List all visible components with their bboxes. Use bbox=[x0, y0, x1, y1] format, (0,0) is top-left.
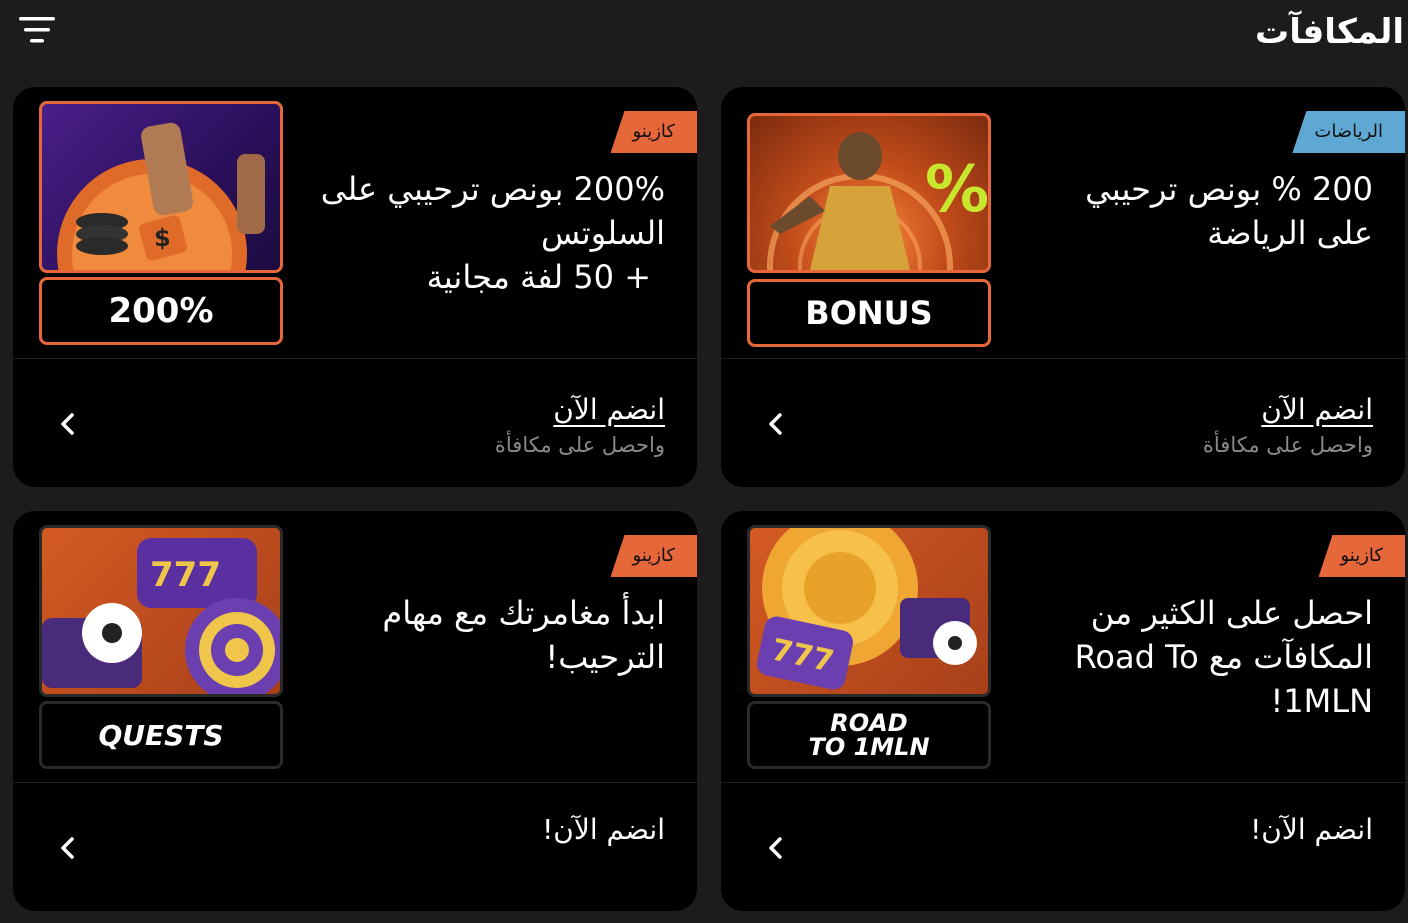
join-now-link[interactable]: انضم الآن bbox=[553, 393, 665, 426]
join-now-link[interactable]: انضم الآن! bbox=[1250, 813, 1373, 846]
chevron-left-icon[interactable] bbox=[53, 409, 83, 439]
svg-text:%: % bbox=[925, 153, 988, 227]
promo-image-label: QUESTS bbox=[39, 701, 283, 769]
promo-card-road-to-1mln[interactable]: كازينو احصل على الكثير من المكافآت مع Ro… bbox=[721, 511, 1405, 911]
svg-text:$: $ bbox=[154, 224, 171, 252]
promo-image-label: ROAD TO 1MLN bbox=[747, 701, 991, 769]
promo-image: 777 bbox=[39, 525, 283, 697]
promo-title: 200% بونص ترحيبي على السلوتس + 50 لفة مج… bbox=[320, 170, 665, 296]
join-now-link[interactable]: انضم الآن bbox=[1261, 393, 1373, 426]
category-badge: كازينو bbox=[610, 535, 697, 577]
page-title: المكافآت bbox=[1255, 12, 1404, 52]
promo-image: 777 bbox=[747, 525, 991, 697]
promo-card-sports-bonus[interactable]: الرياضات 200 % بونص ترحيبي على الرياضة %… bbox=[721, 87, 1405, 487]
join-now-link[interactable]: انضم الآن! bbox=[542, 813, 665, 846]
cta-subtext: واحصل على مكافأة bbox=[1202, 433, 1373, 457]
chevron-left-icon[interactable] bbox=[761, 833, 791, 863]
promo-image-label: BONUS bbox=[747, 279, 991, 347]
category-badge: كازينو bbox=[610, 111, 697, 153]
promo-card-slots-bonus[interactable]: كازينو 200% بونص ترحيبي على السلوتس + 50… bbox=[13, 87, 697, 487]
page-header: المكافآت bbox=[0, 0, 1408, 70]
category-badge: كازينو bbox=[1318, 535, 1405, 577]
promo-title: احصل على الكثير من المكافآت مع Road To 1… bbox=[1074, 594, 1373, 720]
promo-image: % bbox=[747, 113, 991, 273]
chevron-left-icon[interactable] bbox=[761, 409, 791, 439]
filter-button[interactable] bbox=[18, 14, 56, 48]
promo-image-label: 200% bbox=[39, 277, 283, 345]
category-badge: الرياضات bbox=[1292, 111, 1405, 153]
promo-title: ابدأ مغامرتك مع مهام الترحيب! bbox=[382, 594, 665, 676]
svg-text:777: 777 bbox=[150, 555, 221, 595]
promo-title: 200 % بونص ترحيبي على الرياضة bbox=[1085, 170, 1373, 252]
promo-card-quests[interactable]: كازينو ابدأ مغامرتك مع مهام الترحيب! 777… bbox=[13, 511, 697, 911]
cta-subtext: واحصل على مكافأة bbox=[494, 433, 665, 457]
filter-lines-icon bbox=[19, 17, 55, 43]
promo-image: $ bbox=[39, 101, 283, 273]
chevron-left-icon[interactable] bbox=[53, 833, 83, 863]
